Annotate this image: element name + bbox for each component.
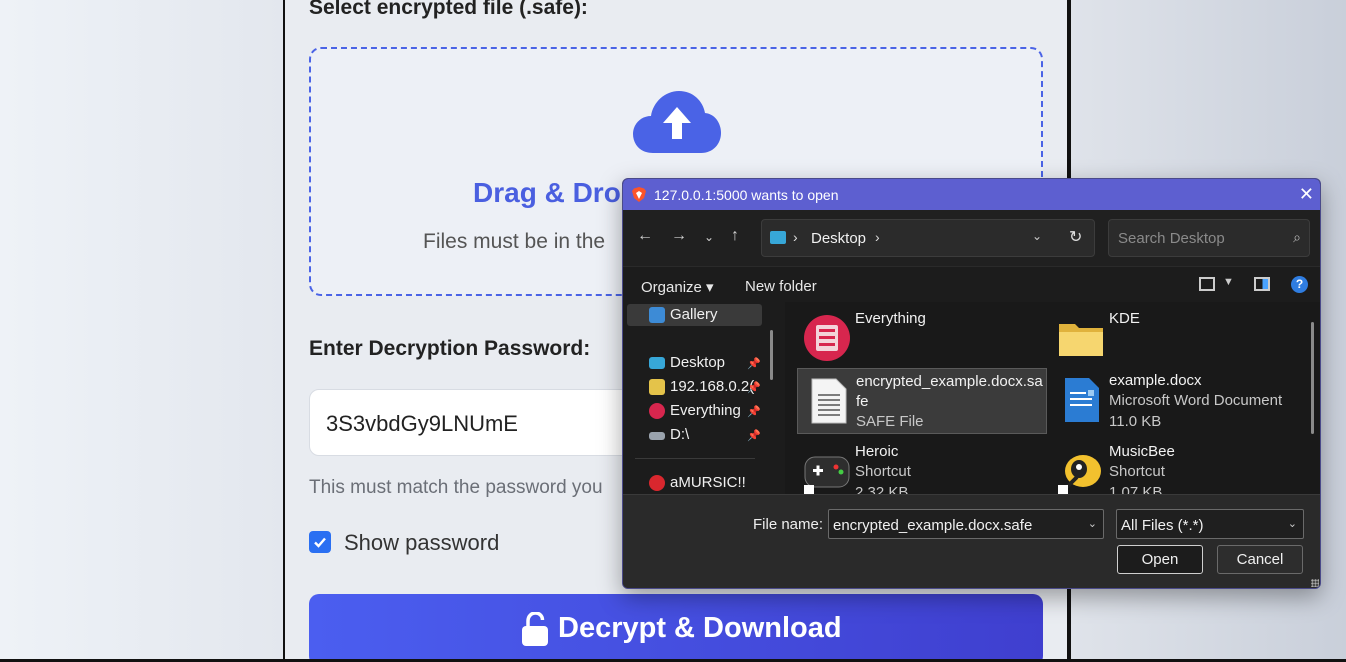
file-name: MusicBee (1109, 443, 1175, 460)
refresh-icon[interactable]: ↻ (1069, 227, 1082, 247)
password-label: Enter Decryption Password: (309, 337, 591, 360)
pin-icon: 📌 (747, 358, 761, 370)
chevron-down-icon[interactable]: ▼ (1223, 276, 1234, 288)
show-password-checkbox[interactable] (309, 531, 331, 553)
network-drive-icon (649, 379, 665, 395)
everything-icon (649, 403, 665, 419)
desktop-icon (649, 357, 665, 369)
organize-menu[interactable]: Organize ▾ (641, 278, 714, 296)
up-icon[interactable]: ↑ (731, 227, 739, 245)
file-item-everything[interactable]: Everything (797, 306, 1047, 372)
brave-icon (632, 187, 646, 202)
word-icon (1065, 378, 1099, 422)
file-type: Microsoft Word Document (1109, 392, 1283, 409)
nav-item-label: Everything (670, 402, 741, 419)
file-name-value: encrypted_example.docx.safe (833, 517, 1033, 534)
search-placeholder: Search Desktop (1118, 230, 1225, 247)
file-name: Everything (855, 310, 926, 327)
dialog-toolbar: Organize ▾ New folder ▼ ? (623, 266, 1320, 302)
drive-icon (649, 432, 665, 440)
folder-icon (1059, 324, 1103, 356)
heroic-icon (804, 456, 850, 494)
file-item-kde[interactable]: KDE (1051, 306, 1301, 372)
view-options-icon[interactable] (1199, 277, 1215, 291)
file-name: KDE (1109, 310, 1140, 327)
cloud-upload-icon (633, 91, 721, 153)
check-icon (314, 537, 326, 548)
dialog-title: 127.0.0.1:5000 wants to open (654, 187, 839, 203)
file-name: Heroic (855, 443, 899, 460)
document-icon (811, 378, 847, 424)
file-item-example-docx[interactable]: example.docx Microsoft Word Document 11.… (1051, 368, 1301, 434)
file-type: Shortcut (855, 463, 911, 480)
file-size: 1.07 KB (1109, 484, 1163, 494)
password-hint: This must match the password you (309, 477, 603, 498)
nav-item-label: aMURSIC!! (670, 474, 746, 491)
dropzone-subtitle: Files must be in the (423, 230, 606, 253)
nav-item-label: Desktop (670, 354, 726, 371)
everything-app-icon (804, 315, 850, 361)
resize-grip-icon[interactable] (1311, 579, 1319, 587)
dropzone-title: Drag & Drop (473, 177, 638, 208)
musicbee-icon (1058, 455, 1101, 494)
chevron-down-icon[interactable]: ⌄ (1088, 517, 1097, 530)
password-value: 3S3vbdGy9LNUmE (326, 411, 518, 436)
preview-pane-icon[interactable] (1254, 277, 1270, 291)
chevron-down-icon[interactable]: ⌄ (1288, 517, 1297, 530)
file-item-encrypted-safe[interactable]: encrypted_example.docx.safe SAFE File (797, 368, 1047, 434)
address-bar[interactable]: › Desktop › ⌄ ↻ (761, 219, 1095, 257)
recent-locations-icon[interactable]: ⌄ (704, 230, 714, 244)
search-icon: ⌕ (1293, 229, 1301, 245)
decrypt-button-label: Decrypt & Download (558, 612, 842, 644)
mega-icon (649, 475, 665, 491)
file-name-label: File name: (753, 516, 824, 533)
desktop-icon (770, 231, 786, 244)
dialog-titlebar[interactable]: 127.0.0.1:5000 wants to open ✕ (623, 179, 1320, 210)
nav-item-label: Gallery (670, 306, 718, 323)
file-list-scrollbar[interactable] (1311, 322, 1314, 434)
forward-icon[interactable]: → (671, 227, 687, 245)
dialog-bottom-panel: File name: encrypted_example.docx.safe ⌄… (623, 494, 1320, 588)
gallery-icon (649, 307, 665, 323)
navigation-pane: Gallery Desktop 📌 192.168.0.2( 📌 Everyth… (623, 302, 773, 494)
nav-item-label: D:\ (670, 426, 690, 443)
pin-icon: 📌 (747, 382, 761, 394)
open-button[interactable]: Open (1117, 545, 1203, 574)
file-size: 2.32 KB (855, 484, 909, 494)
help-icon[interactable]: ? (1291, 276, 1308, 293)
decrypt-download-button[interactable]: Decrypt & Download (309, 594, 1043, 662)
file-name-input[interactable]: encrypted_example.docx.safe ⌄ (828, 509, 1104, 539)
unlock-icon (522, 612, 548, 646)
address-text[interactable]: Desktop (811, 230, 866, 247)
pin-icon: 📌 (747, 430, 761, 442)
chevron-right-icon: › (793, 229, 798, 245)
chevron-down-icon[interactable]: ⌄ (1032, 229, 1042, 243)
back-icon[interactable]: ← (637, 227, 653, 245)
search-input[interactable]: Search Desktop ⌕ (1108, 219, 1310, 257)
file-type: Shortcut (1109, 463, 1165, 480)
pin-icon: 📌 (747, 406, 761, 418)
file-name: example.docx (1109, 372, 1202, 389)
file-select-label: Select encrypted file (.safe): (309, 0, 588, 19)
file-name: encrypted_example.docx.safe (856, 373, 1043, 410)
background-left (0, 0, 283, 662)
file-type-value: All Files (*.*) (1121, 517, 1204, 534)
file-open-dialog: 127.0.0.1:5000 wants to open ✕ ← → ⌄ ↑ ›… (622, 178, 1321, 589)
file-list: Everything KDE encrypted_example.docx.sa… (785, 302, 1320, 494)
file-size: 11.0 KB (1109, 413, 1162, 430)
nav-scrollbar[interactable] (770, 330, 773, 380)
cancel-button[interactable]: Cancel (1217, 545, 1303, 574)
file-type-select[interactable]: All Files (*.*) ⌄ (1116, 509, 1304, 539)
file-item-heroic[interactable]: Heroic Shortcut 2.32 KB (797, 439, 1047, 494)
nav-separator (635, 458, 755, 459)
file-item-musicbee[interactable]: MusicBee Shortcut 1.07 KB (1051, 439, 1301, 494)
show-password-label[interactable]: Show password (344, 530, 499, 556)
file-type: SAFE File (856, 413, 924, 430)
new-folder-button[interactable]: New folder (745, 278, 817, 295)
close-icon[interactable]: ✕ (1299, 185, 1314, 203)
navigation-row: ← → ⌄ ↑ › Desktop › ⌄ ↻ Search Desktop ⌕ (623, 210, 1320, 266)
chevron-right-icon[interactable]: › (875, 229, 880, 245)
nav-item-label: 192.168.0.2( (670, 378, 755, 395)
